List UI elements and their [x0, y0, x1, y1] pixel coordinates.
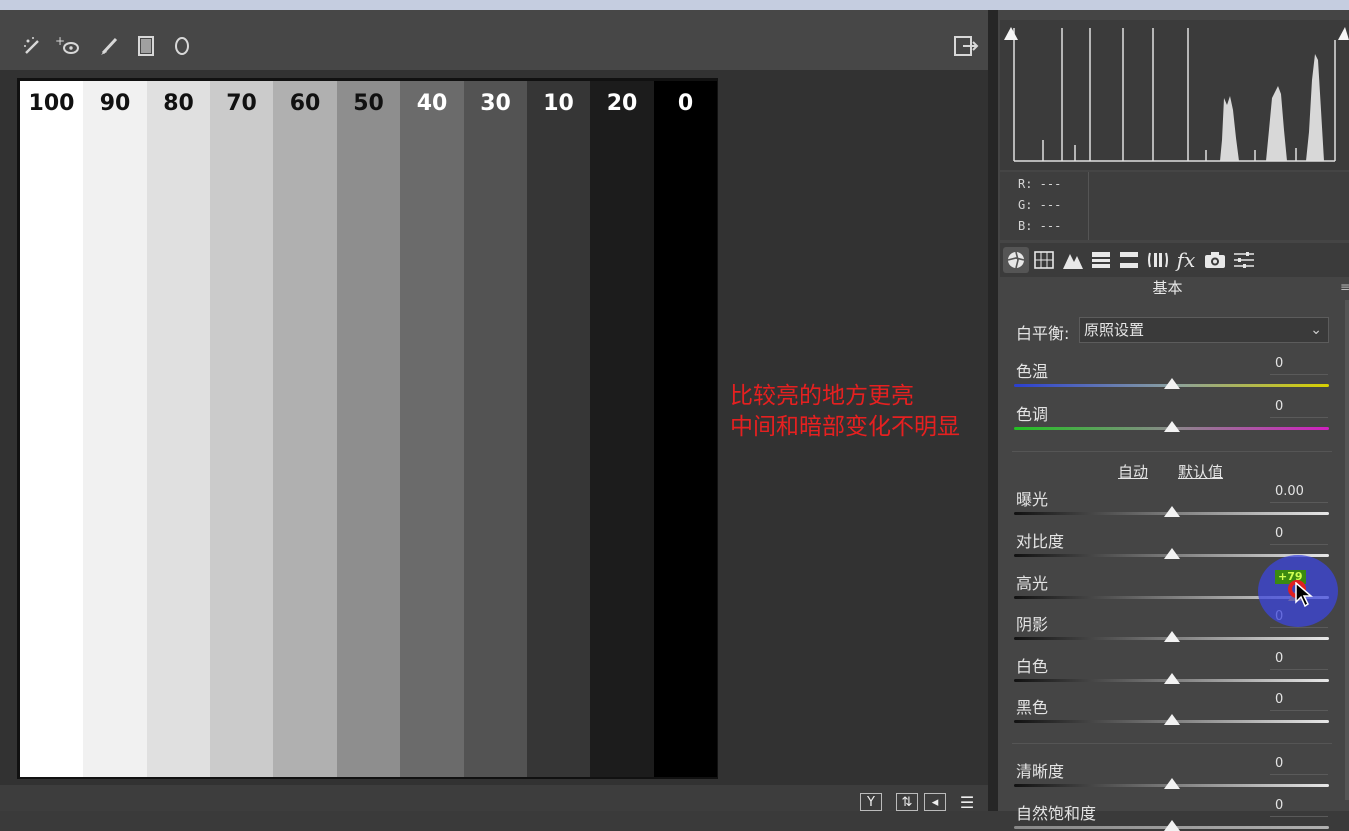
export-icon[interactable] [952, 28, 980, 64]
stripe-label: 80 [163, 91, 194, 116]
section-title: 基本 [1152, 279, 1183, 297]
temperature-label: 色温 [1016, 362, 1049, 381]
window-top-strip [0, 0, 1349, 10]
exposure-label: 曝光 [1016, 490, 1049, 509]
blacks-value-field[interactable]: 0 [1270, 691, 1328, 711]
white-balance-label: 白平衡: [1016, 324, 1070, 343]
temperature-value-field[interactable]: 0 [1270, 355, 1328, 375]
grayscale-test-image: 100 90 80 70 60 50 40 30 10 20 0 [20, 81, 717, 777]
readout-divider [1088, 172, 1089, 240]
tint-value-field[interactable]: 0 [1270, 398, 1328, 418]
tab-split-toning-icon[interactable] [1116, 247, 1142, 273]
swap-settings-icon[interactable]: ⇅ [896, 793, 918, 811]
gray-stripe: 50 [337, 81, 400, 777]
gray-stripe: 70 [210, 81, 273, 777]
tab-presets-icon[interactable] [1231, 247, 1257, 273]
gray-stripe: 30 [464, 81, 527, 777]
histogram [1000, 20, 1349, 170]
readout-r: R: --- [1018, 177, 1062, 191]
divider [1012, 451, 1332, 452]
gray-stripe: 60 [273, 81, 337, 777]
vibrance-slider-thumb[interactable] [1164, 820, 1180, 831]
stripe-label: 40 [416, 91, 448, 116]
clarity-value-field[interactable]: 0 [1270, 755, 1328, 775]
tab-tone-curve-icon[interactable] [1031, 247, 1057, 273]
stripe-label: 70 [226, 91, 257, 116]
stripe-label: 50 [353, 91, 384, 116]
gray-stripe: 20 [590, 81, 654, 777]
spot-removal-icon[interactable]: + [54, 28, 82, 64]
stripe-label: 0 [677, 91, 694, 116]
copy-settings-icon[interactable]: ◂ [924, 793, 946, 811]
gray-stripe: 10 [527, 81, 590, 777]
contrast-label: 对比度 [1016, 532, 1065, 551]
contrast-slider-thumb[interactable] [1164, 548, 1180, 559]
before-after-y-icon[interactable]: Y [860, 793, 882, 811]
tab-basic-icon[interactable] [1003, 247, 1029, 273]
white-balance-value: 原照设置 [1084, 321, 1145, 339]
gray-stripe: 80 [147, 81, 210, 777]
contrast-value-field[interactable]: 0 [1270, 525, 1328, 545]
panel-scrollbar[interactable] [1345, 300, 1349, 800]
tab-hsl-icon[interactable] [1088, 247, 1114, 273]
gray-stripe: 90 [83, 81, 147, 777]
default-button[interactable]: 默认值 [1178, 461, 1223, 482]
tab-detail-icon[interactable] [1060, 247, 1086, 273]
vibrance-value-field[interactable]: 0 [1270, 797, 1328, 817]
exposure-slider-thumb[interactable] [1164, 506, 1180, 517]
stripe-label: 90 [99, 91, 131, 116]
whites-value-field[interactable]: 0 [1270, 650, 1328, 670]
mouse-cursor-icon [1295, 581, 1314, 612]
gray-stripe: 100 [20, 81, 83, 777]
annotation-text: 比较亮的地方更亮 中间和暗部变化不明显 [730, 381, 960, 443]
blacks-label: 黑色 [1016, 698, 1049, 717]
vibrance-label: 自然饱和度 [1016, 804, 1097, 823]
auto-button[interactable]: 自动 [1118, 461, 1148, 482]
panel-menu-icon[interactable]: ≡ [1340, 280, 1349, 294]
stripe-label: 100 [28, 91, 75, 116]
view-settings-icon[interactable]: ☰ [956, 793, 978, 812]
stripe-label: 30 [480, 91, 511, 116]
blacks-slider-thumb[interactable] [1164, 714, 1180, 725]
adjustment-brush-icon[interactable] [95, 28, 123, 64]
stripe-label: 20 [606, 91, 638, 116]
clarity-slider-thumb[interactable] [1164, 778, 1180, 789]
panel-divider [988, 10, 998, 811]
tint-label: 色调 [1016, 405, 1049, 424]
radial-filter-icon[interactable] [168, 28, 196, 64]
tab-lens-corrections-icon[interactable] [1145, 247, 1171, 273]
shadows-label: 阴影 [1016, 615, 1049, 634]
whites-slider-thumb[interactable] [1164, 673, 1180, 684]
chevron-down-icon: ⌄ [1310, 322, 1322, 338]
annotation-line-1: 比较亮的地方更亮 [730, 383, 914, 409]
graduated-filter-icon[interactable] [132, 28, 160, 64]
tab-effects-icon[interactable]: fx [1173, 247, 1199, 273]
stripe-label: 60 [289, 91, 321, 116]
tint-slider-thumb[interactable] [1164, 421, 1180, 432]
readout-g: G: --- [1018, 198, 1062, 212]
tab-camera-calibration-icon[interactable] [1202, 247, 1228, 273]
divider [1012, 743, 1332, 744]
shadows-slider-thumb[interactable] [1164, 631, 1180, 642]
clarity-label: 清晰度 [1016, 762, 1065, 781]
annotation-line-2: 中间和暗部变化不明显 [730, 414, 960, 440]
wand-brush-icon[interactable] [19, 28, 47, 64]
gray-stripe: 40 [400, 81, 464, 777]
white-balance-select[interactable]: 原照设置 ⌄ [1079, 317, 1329, 343]
whites-label: 白色 [1016, 657, 1049, 676]
highlights-label: 高光 [1016, 574, 1049, 593]
bottom-toolbar [0, 785, 988, 811]
exposure-value-field[interactable]: 0.00 [1270, 483, 1328, 503]
temperature-slider-thumb[interactable] [1164, 378, 1180, 389]
gray-stripe: 0 [654, 81, 717, 777]
readout-b: B: --- [1018, 219, 1062, 233]
stripe-label: 10 [543, 91, 574, 116]
